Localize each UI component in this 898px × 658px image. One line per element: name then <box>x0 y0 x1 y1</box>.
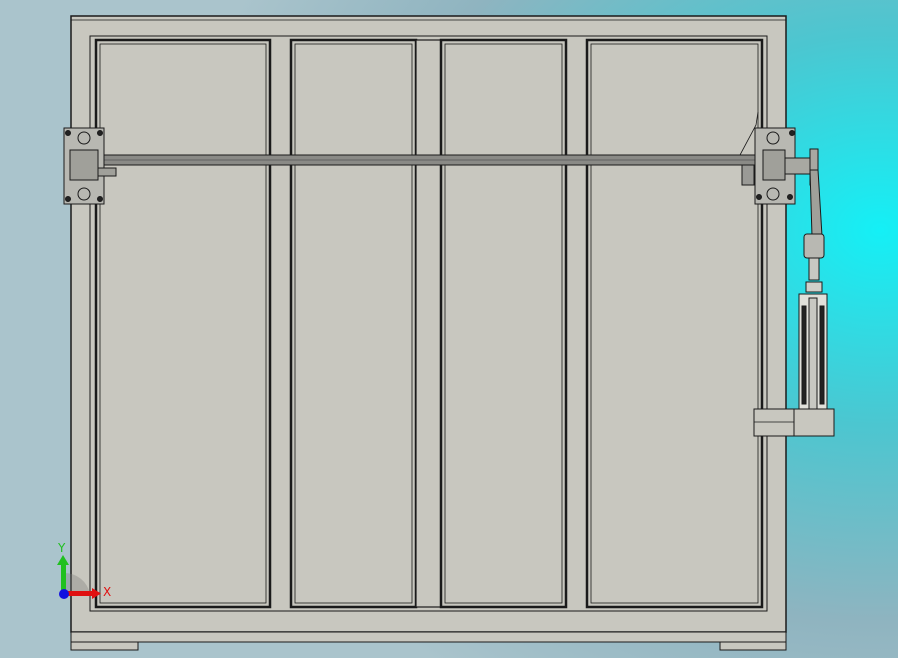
cad-viewport[interactable]: X Y <box>0 0 898 658</box>
panel-1 <box>94 38 272 609</box>
x-axis-label: X <box>103 585 111 599</box>
shaft-extension <box>784 157 814 175</box>
rod-end <box>808 257 820 281</box>
panel-4 <box>585 38 764 609</box>
panel-2 <box>289 38 418 609</box>
panel-3 <box>439 38 568 609</box>
center-post <box>415 39 442 608</box>
base-strip <box>70 631 787 643</box>
frame-assembly <box>70 15 787 651</box>
y-axis-label: Y <box>57 541 66 555</box>
z-axis-dot <box>59 589 69 599</box>
crank-arm <box>809 169 823 237</box>
foot-left <box>70 641 139 651</box>
mount-plate <box>793 408 835 437</box>
shaft-collar <box>741 164 755 186</box>
foot-right <box>719 641 787 651</box>
pneumatic-cylinder <box>798 293 828 411</box>
mount-bracket <box>753 408 795 437</box>
y-axis-arrow <box>61 562 66 592</box>
clevis <box>803 233 825 259</box>
